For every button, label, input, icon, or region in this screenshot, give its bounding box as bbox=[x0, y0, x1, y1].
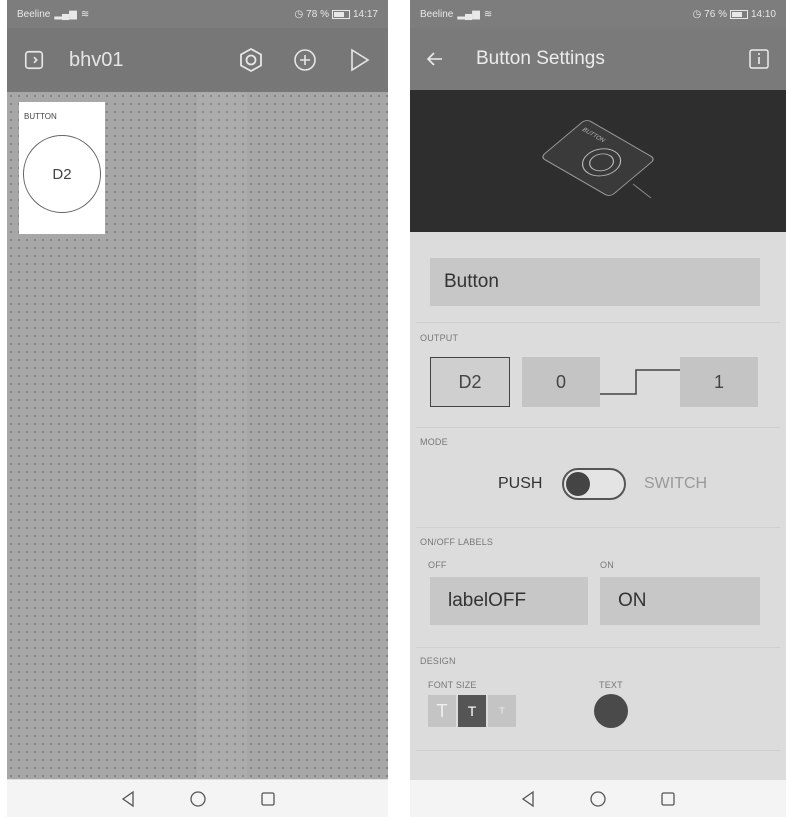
play-icon[interactable] bbox=[346, 47, 372, 73]
android-nav-bar bbox=[410, 779, 786, 817]
alarm-icon: ◷ bbox=[692, 8, 702, 20]
add-circle-icon[interactable] bbox=[292, 47, 318, 73]
on-caption: ON bbox=[600, 560, 614, 570]
output-low-value: 0 bbox=[555, 371, 566, 392]
widget-name-value: Button bbox=[444, 271, 499, 292]
status-bar: Beeline ▂▄▆ ≋ ◷ 76 % 14:10 bbox=[410, 0, 786, 28]
project-title: bhv01 bbox=[69, 48, 124, 71]
nav-back-icon[interactable] bbox=[119, 790, 137, 808]
battery-percent: 76 % bbox=[704, 8, 727, 20]
project-icon[interactable] bbox=[23, 49, 45, 71]
labels-section-label: ON/OFF LABELS bbox=[420, 537, 494, 547]
nav-back-icon[interactable] bbox=[519, 790, 537, 808]
battery-icon bbox=[729, 9, 748, 19]
step-signal-icon bbox=[600, 369, 680, 395]
signal-icon: ▂▄▆ bbox=[54, 8, 77, 20]
battery-percent: 78 % bbox=[306, 8, 329, 20]
design-section-label: DESIGN bbox=[420, 656, 456, 666]
divider bbox=[416, 322, 780, 323]
push-mode-label[interactable]: PUSH bbox=[498, 475, 542, 493]
output-section-label: OUTPUT bbox=[420, 333, 459, 343]
font-size-large-button[interactable]: T bbox=[428, 695, 456, 727]
widget-canvas[interactable]: BUTTON D2 bbox=[7, 92, 388, 780]
toggle-knob bbox=[566, 472, 590, 496]
divider bbox=[416, 427, 780, 428]
mode-row: PUSH SWITCH bbox=[410, 468, 786, 504]
status-bar: Beeline ▂▄▆ ≋ ◷ 78 % 14:17 bbox=[7, 0, 388, 28]
output-pin-selector[interactable]: D2 bbox=[430, 357, 510, 407]
info-icon[interactable] bbox=[748, 48, 770, 70]
widget-pin: D2 bbox=[52, 165, 72, 183]
widget-label: BUTTON bbox=[24, 112, 57, 121]
mode-toggle[interactable] bbox=[562, 468, 626, 500]
widget-button-circle[interactable]: D2 bbox=[23, 135, 101, 213]
font-size-medium-button[interactable]: T bbox=[458, 695, 486, 727]
signal-icon: ▂▄▆ bbox=[457, 8, 480, 20]
settings-header: Button Settings bbox=[410, 28, 786, 90]
divider bbox=[416, 750, 780, 751]
clock: 14:10 bbox=[750, 8, 776, 20]
button-widget[interactable]: BUTTON D2 bbox=[19, 102, 105, 234]
alarm-icon: ◷ bbox=[294, 8, 304, 20]
output-high-value-field[interactable]: 1 bbox=[680, 357, 758, 407]
page-title: Button Settings bbox=[476, 48, 605, 69]
nav-home-icon[interactable] bbox=[189, 790, 207, 808]
switch-mode-label[interactable]: SWITCH bbox=[644, 475, 707, 493]
button-device-illustration: BUTTON bbox=[542, 120, 654, 199]
off-caption: OFF bbox=[428, 560, 447, 570]
output-pin-value: D2 bbox=[458, 371, 482, 392]
left-phone-screen: Beeline ▂▄▆ ≋ ◷ 78 % 14:17 bhv01 BUTTON … bbox=[7, 0, 388, 817]
wifi-icon: ≋ bbox=[483, 8, 493, 20]
battery-icon bbox=[331, 9, 350, 19]
settings-hex-icon[interactable] bbox=[238, 47, 264, 73]
widget-name-field[interactable]: Button bbox=[430, 258, 760, 306]
off-label-value: labelOFF bbox=[448, 590, 527, 611]
mode-section-label: MODE bbox=[420, 437, 448, 447]
font-size-small-button[interactable]: T bbox=[488, 695, 516, 727]
project-toolbar: bhv01 bbox=[7, 28, 388, 92]
on-label-field[interactable]: ON bbox=[600, 577, 760, 625]
clock: 14:17 bbox=[352, 8, 378, 20]
carrier-name: Beeline bbox=[17, 8, 51, 20]
text-color-caption: TEXT bbox=[599, 680, 623, 690]
back-arrow-icon[interactable] bbox=[424, 48, 446, 70]
divider bbox=[416, 527, 780, 528]
font-size-caption: FONT SIZE bbox=[428, 680, 477, 690]
widget-preview-banner: BUTTON bbox=[410, 90, 786, 232]
nav-home-icon[interactable] bbox=[589, 790, 607, 808]
android-nav-bar bbox=[7, 779, 388, 817]
nav-recents-icon[interactable] bbox=[659, 790, 677, 808]
nav-recents-icon[interactable] bbox=[259, 790, 277, 808]
output-high-value: 1 bbox=[713, 371, 724, 392]
right-phone-screen: Beeline ▂▄▆ ≋ ◷ 76 % 14:10 Button Settin… bbox=[410, 0, 786, 817]
output-low-value-field[interactable]: 0 bbox=[522, 357, 600, 407]
on-label-value: ON bbox=[618, 590, 647, 611]
text-color-picker[interactable] bbox=[594, 694, 628, 728]
carrier-name: Beeline bbox=[420, 8, 454, 20]
divider bbox=[416, 647, 780, 648]
off-label-field[interactable]: labelOFF bbox=[430, 577, 588, 625]
wifi-icon: ≋ bbox=[80, 8, 90, 20]
